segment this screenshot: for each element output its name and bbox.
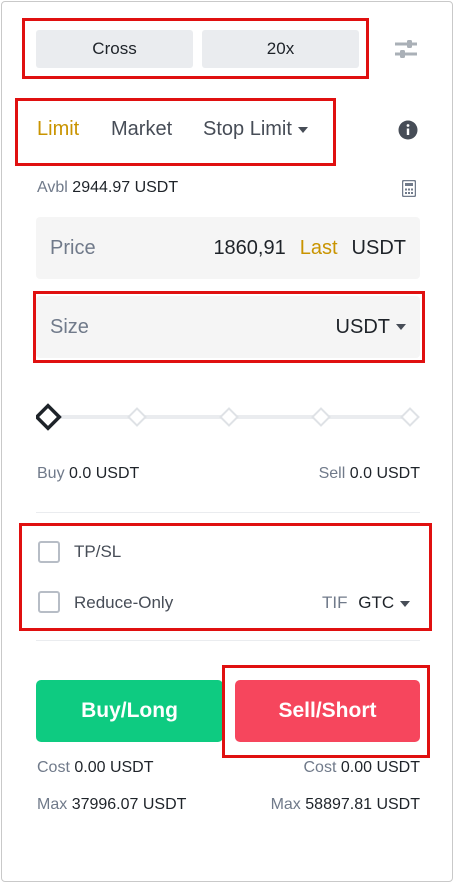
margin-mode-button[interactable]: Cross [36,30,193,68]
last-price-button[interactable]: Last [300,237,338,260]
sell-short-label: Sell/Short [278,699,377,722]
sell-cost-value: 0.00 USDT [340,759,420,776]
price-unit: USDT [351,236,406,259]
reduce-only-label: Reduce-Only [74,593,174,612]
leverage-button[interactable]: 20x [202,30,359,68]
tif-select[interactable]: TIF GTC [322,593,411,613]
tif-value: GTC [358,593,395,612]
calculator-icon[interactable] [401,179,417,198]
available-value: 2944.97 USDT [72,179,179,196]
chevron-down-icon [400,600,411,607]
sell-max-label: Max [270,796,301,813]
divider [36,512,420,513]
price-input[interactable]: Price 1860,91 Last USDT [36,217,420,279]
tab-market-label: Market [111,118,173,140]
sell-cost: Cost 0.00 USDT [304,759,421,777]
tif-label: TIF [322,593,348,612]
price-value: 1860,91 [213,236,286,259]
buy-long-button[interactable]: Buy/Long [36,680,223,742]
buy-amount-value: 0.0 USDT [69,465,140,482]
price-label: Price [50,236,96,259]
tab-limit[interactable]: Limit [37,118,79,141]
divider [36,640,420,641]
sell-max: Max 58897.81 USDT [271,796,420,814]
buy-max-label: Max [37,796,68,813]
slider-handle [34,403,62,431]
reduce-only-checkbox[interactable] [38,591,60,613]
sell-amount: Sell 0.0 USDT [319,465,420,483]
buy-cost: Cost 0.00 USDT [37,759,154,777]
chevron-down-icon [297,126,308,133]
info-icon[interactable] [398,120,418,140]
tpsl-checkbox[interactable] [38,541,60,563]
available-balance: Avbl 2944.97 USDT [37,179,178,197]
buy-amount-label: Buy [37,465,65,482]
tab-limit-label: Limit [37,118,80,140]
tab-stop-limit[interactable]: Stop Limit [203,118,308,141]
available-label: Avbl [37,179,68,196]
buy-max-value: 37996.07 USDT [71,796,187,813]
buy-max: Max 37996.07 USDT [37,796,186,814]
size-unit-label: USDT [335,315,390,338]
sell-cost-label: Cost [303,759,337,776]
size-unit-select[interactable]: USDT [336,316,406,339]
buy-cost-label: Cost [37,759,70,776]
settings-sliders-icon[interactable] [393,36,419,62]
sell-max-value: 58897.81 USDT [305,796,420,813]
size-input[interactable]: Size USDT [36,296,420,358]
tab-stop-limit-label: Stop Limit [203,118,292,140]
buy-amount: Buy 0.0 USDT [37,465,139,483]
tpsl-label: TP/SL [74,542,122,561]
sell-amount-label: Sell [318,465,346,482]
sell-short-button[interactable]: Sell/Short [235,680,420,742]
sell-amount-value: 0.0 USDT [349,465,420,482]
tab-market[interactable]: Market [111,118,172,141]
buy-cost-value: 0.00 USDT [74,759,154,776]
leverage-label: 20x [266,39,295,58]
size-label: Size [50,315,89,338]
amount-slider[interactable] [34,400,422,434]
chevron-down-icon [396,324,406,331]
margin-mode-label: Cross [92,39,137,58]
buy-long-label: Buy/Long [81,699,178,722]
